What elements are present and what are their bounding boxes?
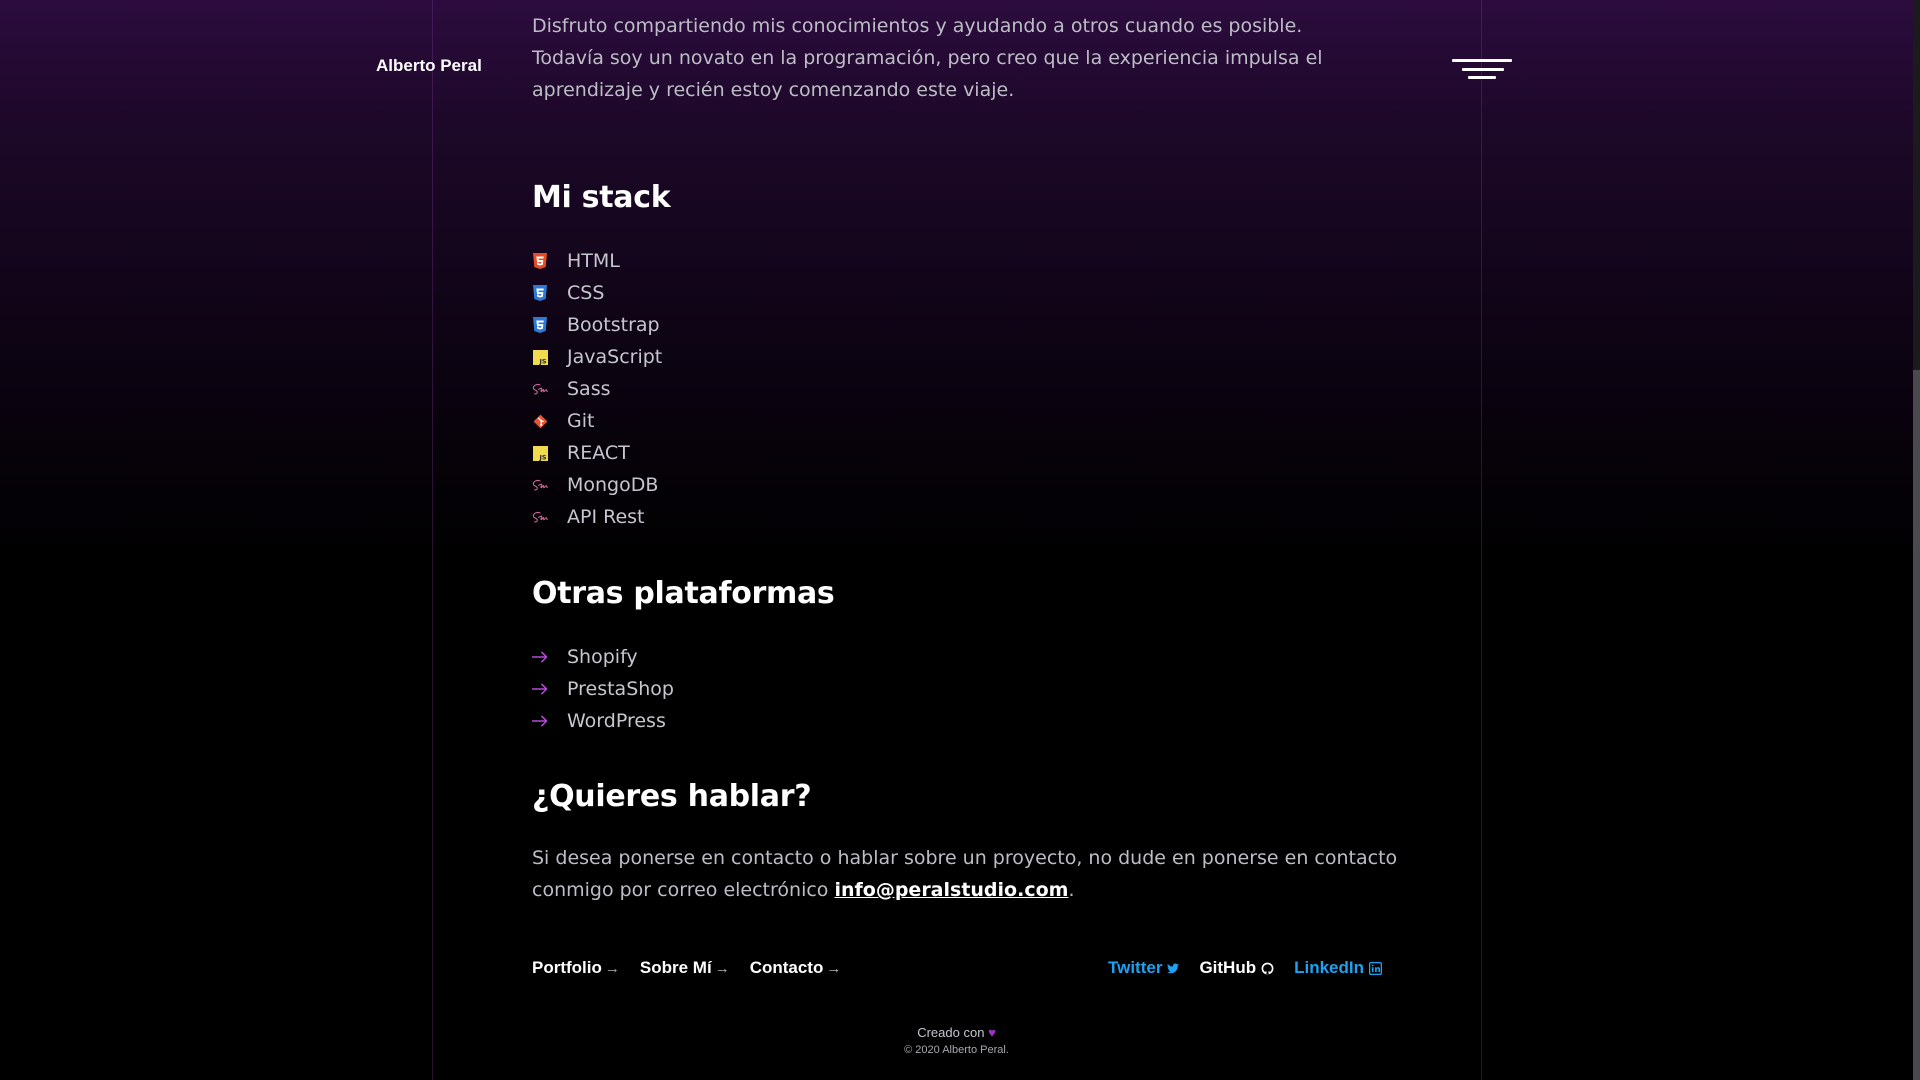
stack-item: MongoDB: [532, 469, 662, 501]
contact-paragraph: Si desea ponerse en contacto o hablar so…: [532, 842, 1412, 906]
platform-item: WordPress: [532, 705, 674, 737]
hamburger-icon-line: [1468, 76, 1496, 79]
page: Alberto Peral Disfruto compartiendo mis …: [0, 0, 1920, 1080]
css3-icon: [532, 317, 548, 333]
stack-item: CSS: [532, 277, 662, 309]
linkedin-link[interactable]: LinkedIn: [1294, 958, 1382, 978]
stack-list: HTML CSS Bootstrap JS JavaScript Sass Git JS REA…: [532, 245, 662, 533]
footer-link-label: Sobre Mí: [639, 958, 712, 977]
footer-link-label: Portfolio: [532, 958, 602, 977]
footer-link-contacto[interactable]: Contacto →: [750, 958, 842, 978]
footer-nav: Portfolio → Sobre Mí → Contacto →: [532, 958, 841, 978]
arrow-right-icon: →: [826, 959, 842, 977]
right-border-line: [1481, 0, 1482, 1080]
js-icon: JS: [532, 349, 548, 365]
twitter-link[interactable]: Twitter: [1107, 958, 1180, 978]
brand-name[interactable]: Alberto Peral: [376, 56, 482, 76]
copyright: © 2020 Alberto Peral.: [904, 1044, 1009, 1056]
stack-item: JS REACT: [532, 437, 662, 469]
social-link-label: GitHub: [1199, 958, 1257, 977]
platform-item: PrestaShop: [532, 673, 674, 705]
stack-item: API Rest: [532, 501, 662, 533]
arrow-right-icon: [532, 649, 548, 665]
made-with-label: Creado con: [917, 1025, 985, 1040]
stack-item-label: Bootstrap: [567, 314, 660, 336]
stack-item-label: REACT: [567, 442, 630, 464]
social-links: Twitter GitHub LinkedIn: [1108, 958, 1382, 978]
stack-item-label: Git: [567, 410, 595, 432]
email-link[interactable]: info@peralstudio.com: [834, 879, 1068, 901]
hamburger-icon-line: [1462, 68, 1504, 71]
left-border-line: [432, 0, 433, 1080]
social-link-label: Twitter: [1107, 958, 1163, 977]
html5-icon: [532, 253, 548, 269]
platform-item-label: Shopify: [567, 646, 638, 668]
arrow-right-icon: →: [714, 959, 730, 977]
platforms-title: Otras plataformas: [532, 576, 835, 611]
stack-item: Bootstrap: [532, 309, 662, 341]
sass-icon: [532, 509, 548, 525]
menu-button[interactable]: [1448, 57, 1514, 83]
linkedin-icon: [1369, 961, 1382, 975]
svg-text:JS: JS: [538, 357, 546, 365]
stack-item-label: JavaScript: [567, 346, 663, 368]
js-icon: JS: [532, 445, 548, 461]
hamburger-icon: [1452, 59, 1512, 62]
sass-icon: [532, 477, 548, 493]
stack-item: JS JavaScript: [532, 341, 662, 373]
footer-link-portfolio[interactable]: Portfolio →: [532, 958, 620, 978]
scrollbar-thumb[interactable]: [1913, 370, 1920, 1080]
stack-title: Mi stack: [532, 180, 671, 215]
stack-item-label: HTML: [567, 250, 620, 272]
platform-item: Shopify: [532, 641, 674, 673]
made-with-text: Creado con ♥: [432, 1024, 1481, 1042]
scrollbar[interactable]: [1913, 0, 1920, 1080]
social-link-label: LinkedIn: [1294, 958, 1364, 977]
contact-text-end: .: [1068, 879, 1075, 901]
intro-paragraph: Disfruto compartiendo mis conocimientos …: [532, 15, 1323, 101]
heart-icon: ♥: [988, 1025, 996, 1040]
twitter-icon: [1167, 963, 1180, 974]
svg-text:JS: JS: [538, 453, 546, 461]
sass-icon: [532, 381, 548, 397]
stack-item-label: MongoDB: [567, 474, 659, 496]
github-icon: [1261, 962, 1274, 975]
git-icon: [532, 413, 548, 429]
stack-item: Sass: [532, 373, 662, 405]
platform-item-label: PrestaShop: [567, 678, 674, 700]
platform-item-label: WordPress: [567, 710, 666, 732]
stack-item: Git: [532, 405, 662, 437]
css3-icon: [532, 285, 548, 301]
arrow-right-icon: [532, 713, 548, 729]
platforms-list: Shopify PrestaShop WordPress: [532, 641, 674, 737]
stack-item: HTML: [532, 245, 662, 277]
footer-link-label: Contacto: [749, 958, 824, 977]
arrow-right-icon: →: [604, 959, 620, 977]
contact-title: ¿Quieres hablar?: [532, 779, 812, 814]
stack-item-label: Sass: [567, 378, 611, 400]
footer-link-sobre-mi[interactable]: Sobre Mí →: [640, 958, 730, 978]
footer-credits: Creado con ♥ © 2020 Alberto Peral.: [432, 1024, 1481, 1058]
stack-item-label: API Rest: [567, 506, 645, 528]
arrow-right-icon: [532, 681, 548, 697]
github-link[interactable]: GitHub: [1199, 958, 1274, 978]
stack-item-label: CSS: [567, 282, 605, 304]
